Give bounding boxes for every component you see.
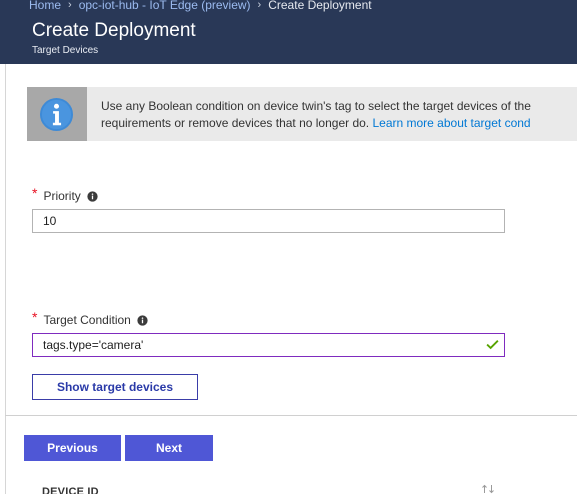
page-subtitle: Target Devices bbox=[32, 45, 99, 56]
required-marker: * bbox=[32, 185, 38, 201]
show-target-devices-button[interactable]: Show target devices bbox=[32, 374, 198, 400]
info-line-2: requirements or remove devices that no l… bbox=[101, 115, 577, 132]
breadcrumb: Home › opc-iot-hub - IoT Edge (preview) … bbox=[29, 0, 372, 13]
learn-more-link[interactable]: Learn more about target cond bbox=[372, 116, 530, 130]
info-line-2-text: requirements or remove devices that no l… bbox=[101, 116, 373, 130]
page-title: Create Deployment bbox=[32, 20, 196, 41]
target-condition-label-text: Target Condition bbox=[43, 313, 131, 327]
target-condition-input[interactable] bbox=[32, 333, 505, 357]
chevron-right-icon: › bbox=[257, 0, 262, 11]
required-marker: * bbox=[32, 309, 38, 325]
sort-arrows-icon[interactable] bbox=[481, 484, 495, 494]
breadcrumb-iot-edge[interactable]: opc-iot-hub - IoT Edge (preview) bbox=[79, 0, 251, 12]
priority-input[interactable] bbox=[32, 209, 505, 233]
target-condition-label: * Target Condition bbox=[32, 309, 148, 328]
previous-button[interactable]: Previous bbox=[24, 435, 121, 461]
info-icon bbox=[39, 97, 74, 132]
breadcrumb-current: Create Deployment bbox=[268, 0, 372, 12]
info-line-1: Use any Boolean condition on device twin… bbox=[101, 99, 531, 113]
chevron-right-icon: › bbox=[68, 0, 72, 11]
priority-label-text: Priority bbox=[43, 189, 81, 203]
blade-header: Home › opc-iot-hub - IoT Edge (preview) … bbox=[0, 0, 577, 64]
next-button[interactable]: Next bbox=[125, 435, 213, 461]
info-circle-icon[interactable] bbox=[87, 190, 98, 202]
info-banner-text: Use any Boolean condition on device twin… bbox=[101, 98, 577, 132]
divider bbox=[5, 415, 577, 416]
info-banner: Use any Boolean condition on device twin… bbox=[27, 87, 577, 141]
breadcrumb-home[interactable]: Home bbox=[29, 0, 61, 12]
checkmark-icon bbox=[486, 340, 499, 350]
priority-label: * Priority bbox=[32, 185, 98, 204]
create-deployment-blade: Home › opc-iot-hub - IoT Edge (preview) … bbox=[0, 0, 577, 494]
info-circle-icon[interactable] bbox=[137, 314, 148, 326]
column-header-device-id[interactable]: DEVICE ID bbox=[42, 486, 99, 494]
info-icon-container bbox=[27, 87, 87, 141]
